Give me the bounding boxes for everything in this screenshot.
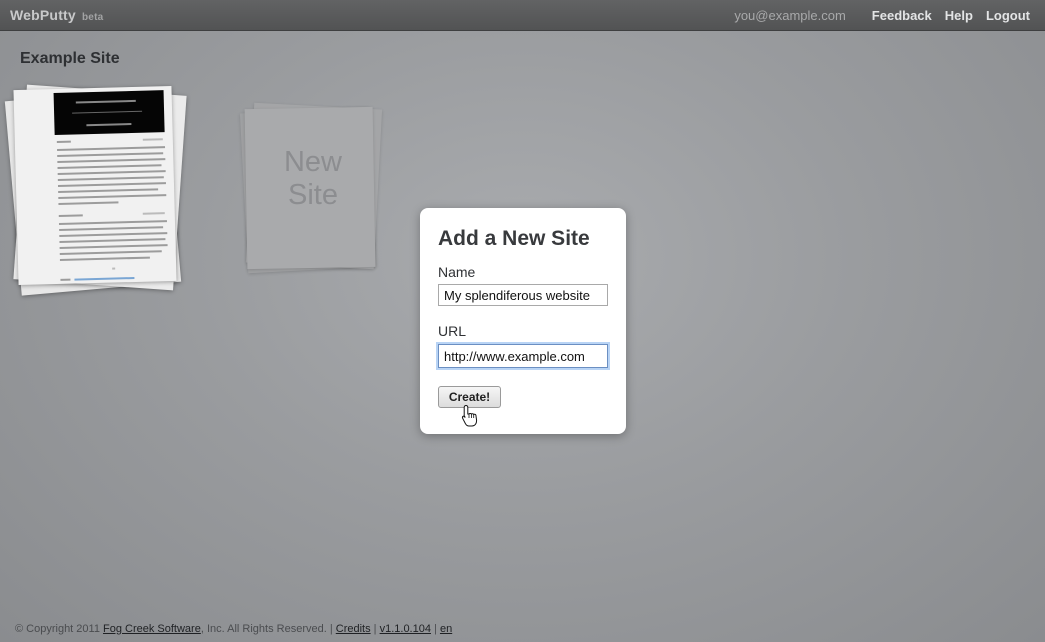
company-link[interactable]: Fog Creek Software — [103, 623, 201, 635]
new-site-label-line2: Site — [288, 179, 338, 211]
beta-badge: beta — [82, 12, 104, 23]
add-site-dialog: Add a New Site Name URL Create! — [420, 208, 626, 434]
name-input[interactable] — [438, 284, 608, 306]
url-input[interactable] — [438, 344, 608, 368]
top-nav: you@example.com Feedback Help Logout — [734, 8, 1030, 23]
top-bar: WebPutty beta you@example.com Feedback H… — [0, 0, 1045, 31]
credits-link[interactable]: Credits — [336, 623, 371, 635]
brand-logo[interactable]: WebPutty beta — [10, 7, 103, 23]
name-label: Name — [438, 264, 476, 280]
footer: © Copyright 2011 Fog Creek Software, Inc… — [15, 623, 452, 635]
site-thumbnail — [13, 85, 177, 286]
brand-name: WebPutty — [10, 7, 76, 23]
site-thumbnail-stack[interactable] — [4, 84, 187, 299]
thumbnail-header — [53, 90, 165, 136]
feedback-link[interactable]: Feedback — [872, 8, 932, 23]
new-site-label: New Site — [268, 146, 358, 212]
footer-separator: | — [430, 623, 440, 635]
dialog-title: Add a New Site — [438, 227, 590, 250]
help-link[interactable]: Help — [945, 8, 973, 23]
page-title: Example Site — [20, 50, 120, 67]
new-site-stack[interactable]: New Site — [238, 100, 388, 280]
logout-link[interactable]: Logout — [986, 8, 1030, 23]
new-site-label-line1: New — [283, 146, 342, 178]
footer-separator: | — [370, 623, 380, 635]
language-link[interactable]: en — [440, 623, 452, 635]
copyright-text: © Copyright 2011 — [15, 623, 104, 635]
version-link[interactable]: v1.1.0.104 — [380, 623, 431, 635]
url-label: URL — [438, 323, 467, 339]
hand-pointer-icon — [461, 404, 478, 427]
user-email: you@example.com — [734, 8, 846, 23]
rights-text: , Inc. All Rights Reserved. | — [200, 623, 336, 635]
